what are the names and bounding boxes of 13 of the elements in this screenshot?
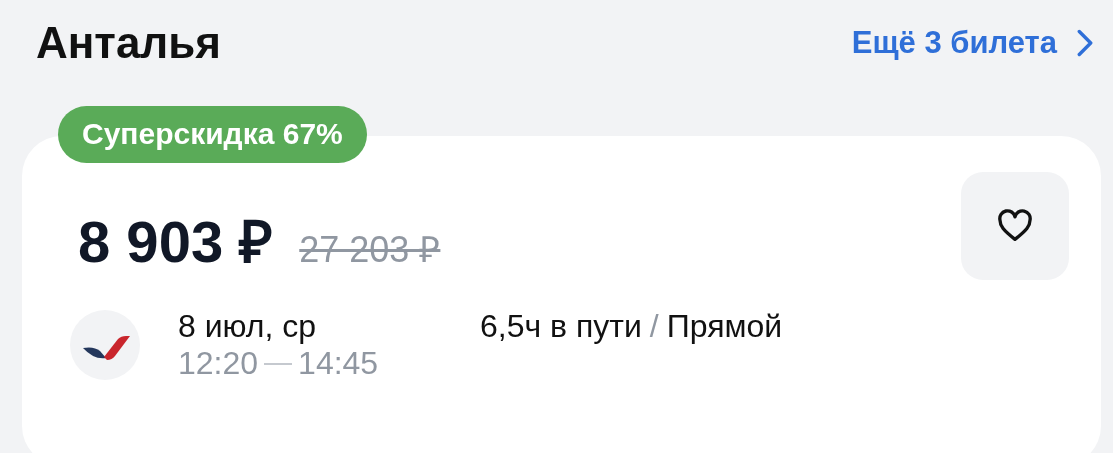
departure-time: 12:20: [178, 345, 259, 382]
flight-date: 8 июл, ср: [178, 308, 318, 345]
favorite-button[interactable]: [961, 172, 1069, 280]
old-price: 27 203 ₽: [299, 228, 441, 272]
price: 8 903 ₽: [78, 208, 274, 276]
arrival-time: 14:45: [298, 345, 379, 382]
flight-duration: 6,5ч в пути: [480, 308, 642, 345]
separator: /: [649, 308, 659, 345]
more-tickets-link[interactable]: Ещё 3 билета: [851, 25, 1093, 61]
stops-label: Прямой: [666, 308, 783, 345]
city-title: Анталья: [36, 18, 222, 68]
discount-badge: Суперскидка 67%: [58, 106, 367, 163]
chevron-right-icon: [1077, 29, 1093, 57]
